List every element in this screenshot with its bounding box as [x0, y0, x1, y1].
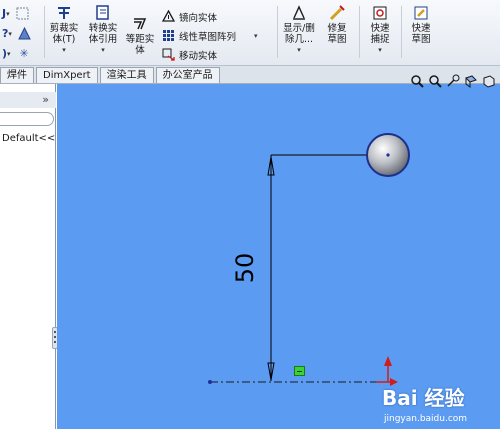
linear-pattern-label: 线性草图阵列: [179, 31, 237, 43]
grid-icon[interactable]: [16, 7, 29, 20]
zoom-to-fit-icon[interactable]: [410, 74, 424, 88]
rapid-sketch-icon: [414, 6, 428, 20]
mirror-entities-button[interactable]: 镜向实体: [162, 9, 217, 24]
rapid-sketch-button[interactable]: 快速草图: [403, 4, 439, 45]
toolbar-separator: [359, 6, 360, 58]
sketch-drawing: [208, 133, 410, 386]
convert-entities-button[interactable]: 转换实体引用 ▾: [85, 4, 121, 56]
graphics-area[interactable]: [57, 84, 500, 429]
quick-snaps-button[interactable]: 快速捕捉 ▾: [362, 4, 398, 56]
feature-manager-panel: » Default<<: [0, 84, 58, 429]
repair-sketch-icon: [329, 5, 345, 21]
convert-dropdown-caret[interactable]: ▾: [101, 45, 105, 56]
linear-pattern-icon: [163, 30, 174, 41]
pattern-dropdown-caret[interactable]: ▾: [254, 32, 258, 40]
toolbar-separator: [44, 6, 45, 58]
configuration-label[interactable]: Default<<: [2, 133, 55, 144]
display-delete-relations-label: 显示/删除几...: [283, 23, 315, 45]
centerline-endpoint[interactable]: [208, 380, 212, 384]
offset-entities-label: 等距实体: [125, 34, 155, 56]
relations-icon: [293, 5, 305, 20]
mirror-entities-label: 镜向实体: [179, 12, 218, 24]
tab-dimxpert[interactable]: DimXpert: [36, 67, 98, 83]
point-star-icon[interactable]: ✳: [20, 47, 29, 60]
offset-entities-button[interactable]: 等距实体: [124, 15, 156, 56]
panel-collapse-button[interactable]: »: [42, 93, 49, 106]
previous-view-icon[interactable]: [446, 74, 460, 88]
sketch-line-tool[interactable]: J ▾: [2, 6, 33, 21]
move-entities-label: 移动实体: [179, 50, 218, 62]
command-manager-ribbon: J ▾ ? ▾ ) ▾ ✳ 剪裁实体(T) ▾ 转换实体引用 ▾ 等距实体 镜向…: [0, 0, 500, 66]
relations-dropdown-caret[interactable]: ▾: [297, 45, 301, 56]
sketch-spline-tool[interactable]: ) ▾ ✳: [2, 46, 29, 61]
trim-entities-button[interactable]: 剪裁实体(T) ▾: [46, 4, 82, 56]
baidu-logo: Bai 经验: [382, 386, 465, 410]
linear-pattern-button[interactable]: 线性草图阵列 ▾: [162, 28, 258, 43]
repair-sketch-label: 修复草图: [327, 23, 347, 45]
move-entities-button[interactable]: 移动实体: [162, 47, 217, 62]
triangle-a-icon[interactable]: [18, 27, 31, 40]
tab-weldments[interactable]: 焊件: [0, 67, 34, 83]
display-delete-relations-button[interactable]: 显示/删除几... ▾: [279, 4, 319, 56]
mirror-icon: [162, 10, 175, 22]
zoom-area-icon[interactable]: [428, 74, 442, 88]
watermark-url: jingyan.baidu.com: [384, 414, 468, 424]
dimension-value[interactable]: 50: [231, 253, 259, 284]
move-icon: [162, 48, 175, 61]
view-tools: [410, 74, 496, 88]
sphere-center-point[interactable]: [386, 153, 390, 157]
snap-dropdown-caret[interactable]: ▾: [378, 45, 382, 56]
quick-snap-icon: [373, 6, 387, 20]
baidu-watermark: Bai 经验 jingyan.baidu.com: [382, 382, 500, 429]
trim-dropdown-caret[interactable]: ▾: [62, 45, 66, 56]
quick-snaps-label: 快速捕捉: [370, 23, 390, 45]
panel-filter-field[interactable]: [0, 112, 54, 126]
repair-sketch-button[interactable]: 修复草图: [320, 4, 354, 45]
convert-icon: [96, 5, 109, 20]
origin-y-arrow: [384, 356, 392, 366]
trim-entities-label: 剪裁实体(T): [49, 23, 79, 45]
coincident-relation-icon[interactable]: [294, 366, 305, 376]
offset-icon: [134, 18, 147, 30]
view-orientation-icon[interactable]: [482, 74, 496, 88]
tab-office-products[interactable]: 办公室产品: [155, 67, 220, 83]
section-view-icon[interactable]: [464, 74, 478, 88]
rapid-sketch-label: 快速草图: [411, 23, 431, 45]
trim-icon: [58, 7, 70, 19]
tab-render-tools[interactable]: 渲染工具: [99, 67, 154, 83]
sketch-arc-tool[interactable]: ? ▾: [2, 26, 35, 41]
convert-entities-label: 转换实体引用: [88, 23, 118, 45]
toolbar-separator: [401, 6, 402, 58]
toolbar-separator: [277, 6, 278, 58]
